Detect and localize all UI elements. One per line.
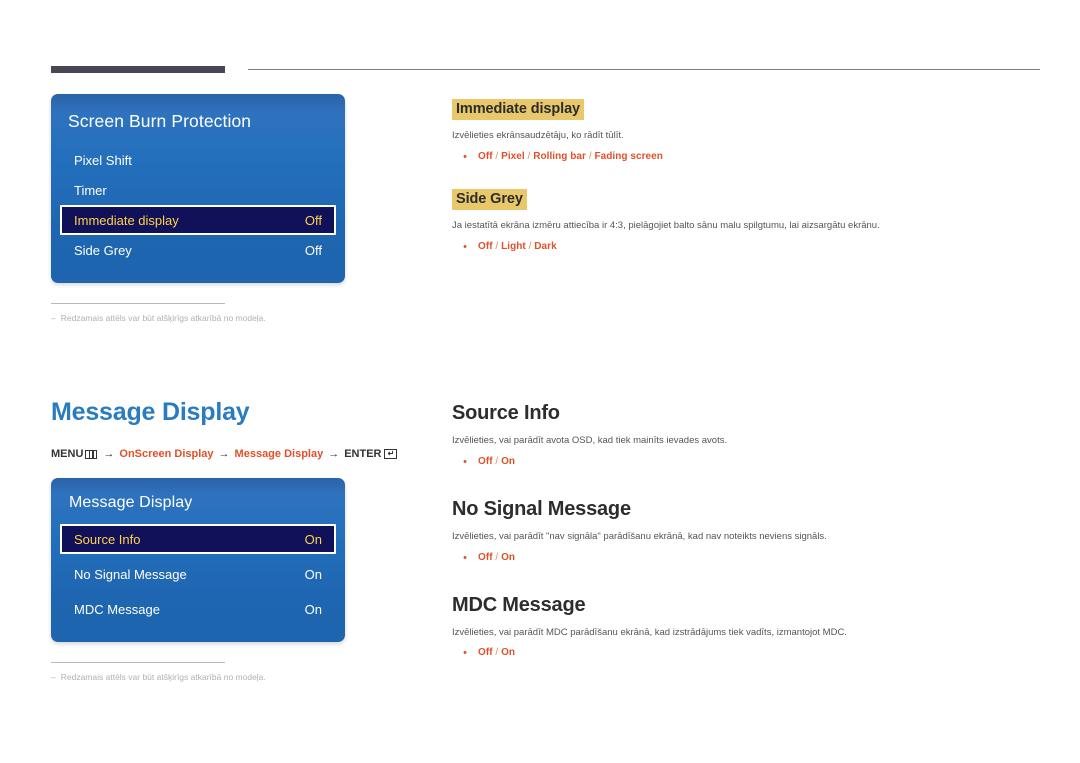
enter-key-icon: ↵ — [384, 449, 398, 459]
header-rule-thin — [248, 69, 1040, 70]
topic-side-grey: Side Grey Ja iestatītā ekrāna izmēru att… — [452, 188, 1042, 253]
topic-description: Ja iestatītā ekrāna izmēru attiecība ir … — [452, 219, 880, 231]
footnote-block: – Redzamais attēls var būt atšķirīgs atk… — [51, 303, 291, 324]
osd-row-label: Immediate display — [74, 212, 179, 228]
breadcrumb-item-onscreen-display[interactable]: OnScreen Display — [119, 448, 213, 460]
footnote-text: Redzamais attēls var būt atšķirīgs atkar… — [60, 672, 266, 682]
topic-options: • Off / On — [452, 647, 1042, 659]
osd-row-label: No Signal Message — [74, 566, 187, 582]
osd-panel-title: Screen Burn Protection — [68, 111, 252, 131]
topic-no-signal-message: No Signal Message Izvēlieties, vai parād… — [452, 498, 1042, 564]
osd-row-label: Timer — [74, 182, 107, 198]
osd-row-no-signal-message[interactable]: No Signal Message On — [60, 559, 336, 589]
osd-row-label: Side Grey — [74, 242, 132, 258]
topic-heading: No Signal Message — [452, 497, 631, 520]
bullet-icon: • — [463, 150, 467, 163]
message-display-left-column: Message Display MENU → OnScreen Display … — [51, 398, 431, 683]
topic-options: • Off / On — [452, 552, 1042, 564]
topic-mdc-message: MDC Message Izvēlieties, vai parādīt MDC… — [452, 594, 1042, 660]
breadcrumb: MENU → OnScreen Display → Message Displa… — [51, 448, 431, 460]
page-title: Message Display — [51, 398, 250, 426]
osd-panel-title: Message Display — [69, 494, 193, 511]
osd-row-source-info[interactable]: Source Info On — [60, 524, 336, 554]
osd-row-label: Pixel Shift — [74, 152, 132, 168]
osd-panel-screen-burn-protection: Screen Burn Protection Pixel Shift Timer… — [51, 94, 345, 283]
topic-heading: MDC Message — [452, 593, 586, 616]
footnote-dash: – — [51, 313, 56, 323]
osd-row-mdc-message[interactable]: MDC Message On — [60, 594, 336, 624]
osd-row-list: Pixel Shift Timer Immediate display Off … — [51, 145, 345, 265]
menu-icon — [85, 449, 98, 459]
bullet-icon: • — [463, 551, 467, 564]
breadcrumb-arrow: → — [328, 448, 340, 460]
topic-options: • Off / Light / Dark — [452, 241, 1042, 253]
message-display-right-column: Source Info Izvēlieties, vai parādīt avo… — [452, 402, 1042, 685]
topic-source-info: Source Info Izvēlieties, vai parādīt avo… — [452, 402, 1042, 468]
osd-row-value: Off — [304, 212, 322, 228]
topic-options: • Off / On — [452, 456, 1042, 468]
breadcrumb-enter-label: ENTER — [344, 448, 382, 460]
bullet-icon: • — [463, 240, 467, 253]
topic-description: Izvēlieties, vai parādīt "nav signāla" p… — [452, 530, 827, 542]
footnote: – Redzamais attēls var būt atšķirīgs atk… — [51, 672, 291, 683]
footnote-dash: – — [51, 672, 56, 682]
bullet-icon: • — [463, 455, 467, 468]
breadcrumb-arrow: → — [218, 448, 230, 460]
osd-row-label: Source Info — [74, 531, 141, 547]
topic-description: Izvēlieties, vai parādīt avota OSD, kad … — [452, 435, 728, 446]
topic-description: Izvēlieties, vai parādīt MDC parādīšanu … — [452, 626, 847, 638]
bullet-icon: • — [463, 647, 467, 660]
topic-immediate-display: Immediate display Izvēlieties ekrānsaudz… — [452, 99, 1042, 163]
osd-row-value: On — [304, 531, 322, 547]
screen-burn-protection-left-column: Screen Burn Protection Pixel Shift Timer… — [51, 94, 431, 324]
osd-row-list: Source Info On No Signal Message On MDC … — [51, 524, 345, 624]
breadcrumb-item-message-display[interactable]: Message Display — [235, 448, 324, 460]
screen-burn-protection-right-column: Immediate display Izvēlieties ekrānsaudz… — [452, 99, 1042, 279]
topic-description: Izvēlieties ekrānsaudzētāju, ko rādīt tū… — [452, 130, 624, 141]
topic-heading: Source Info — [452, 402, 560, 424]
osd-row-pixel-shift[interactable]: Pixel Shift — [60, 145, 336, 175]
osd-row-side-grey[interactable]: Side Grey Off — [60, 235, 336, 265]
option-values[interactable]: Off / Pixel / Rolling bar / Fading scree… — [478, 151, 663, 162]
osd-row-value: On — [304, 566, 322, 582]
option-values[interactable]: Off / On — [478, 456, 515, 467]
breadcrumb-menu-label: MENU — [51, 448, 84, 460]
footnote: – Redzamais attēls var būt atšķirīgs atk… — [51, 313, 291, 324]
option-values[interactable]: Off / On — [478, 552, 515, 563]
topic-heading: Side Grey — [452, 188, 527, 210]
osd-row-value: On — [304, 601, 322, 617]
footnote-text: Redzamais attēls var būt atšķirīgs atkar… — [60, 313, 266, 323]
option-values[interactable]: Off / On — [478, 647, 515, 658]
osd-row-timer[interactable]: Timer — [60, 175, 336, 205]
footnote-rule — [51, 303, 225, 304]
topic-heading: Immediate display — [452, 99, 585, 120]
header-rule-dark — [51, 66, 225, 73]
osd-row-immediate-display[interactable]: Immediate display Off — [60, 205, 336, 235]
breadcrumb-arrow: → — [103, 448, 115, 460]
osd-panel-message-display: Message Display Source Info On No Signal… — [51, 478, 345, 642]
footnote-block: – Redzamais attēls var būt atšķirīgs atk… — [51, 662, 291, 683]
topic-options: • Off / Pixel / Rolling bar / Fading scr… — [452, 151, 1042, 163]
osd-row-value: Off — [304, 242, 322, 258]
footnote-rule — [51, 662, 225, 663]
osd-row-label: MDC Message — [74, 601, 160, 617]
option-values[interactable]: Off / Light / Dark — [478, 241, 557, 252]
